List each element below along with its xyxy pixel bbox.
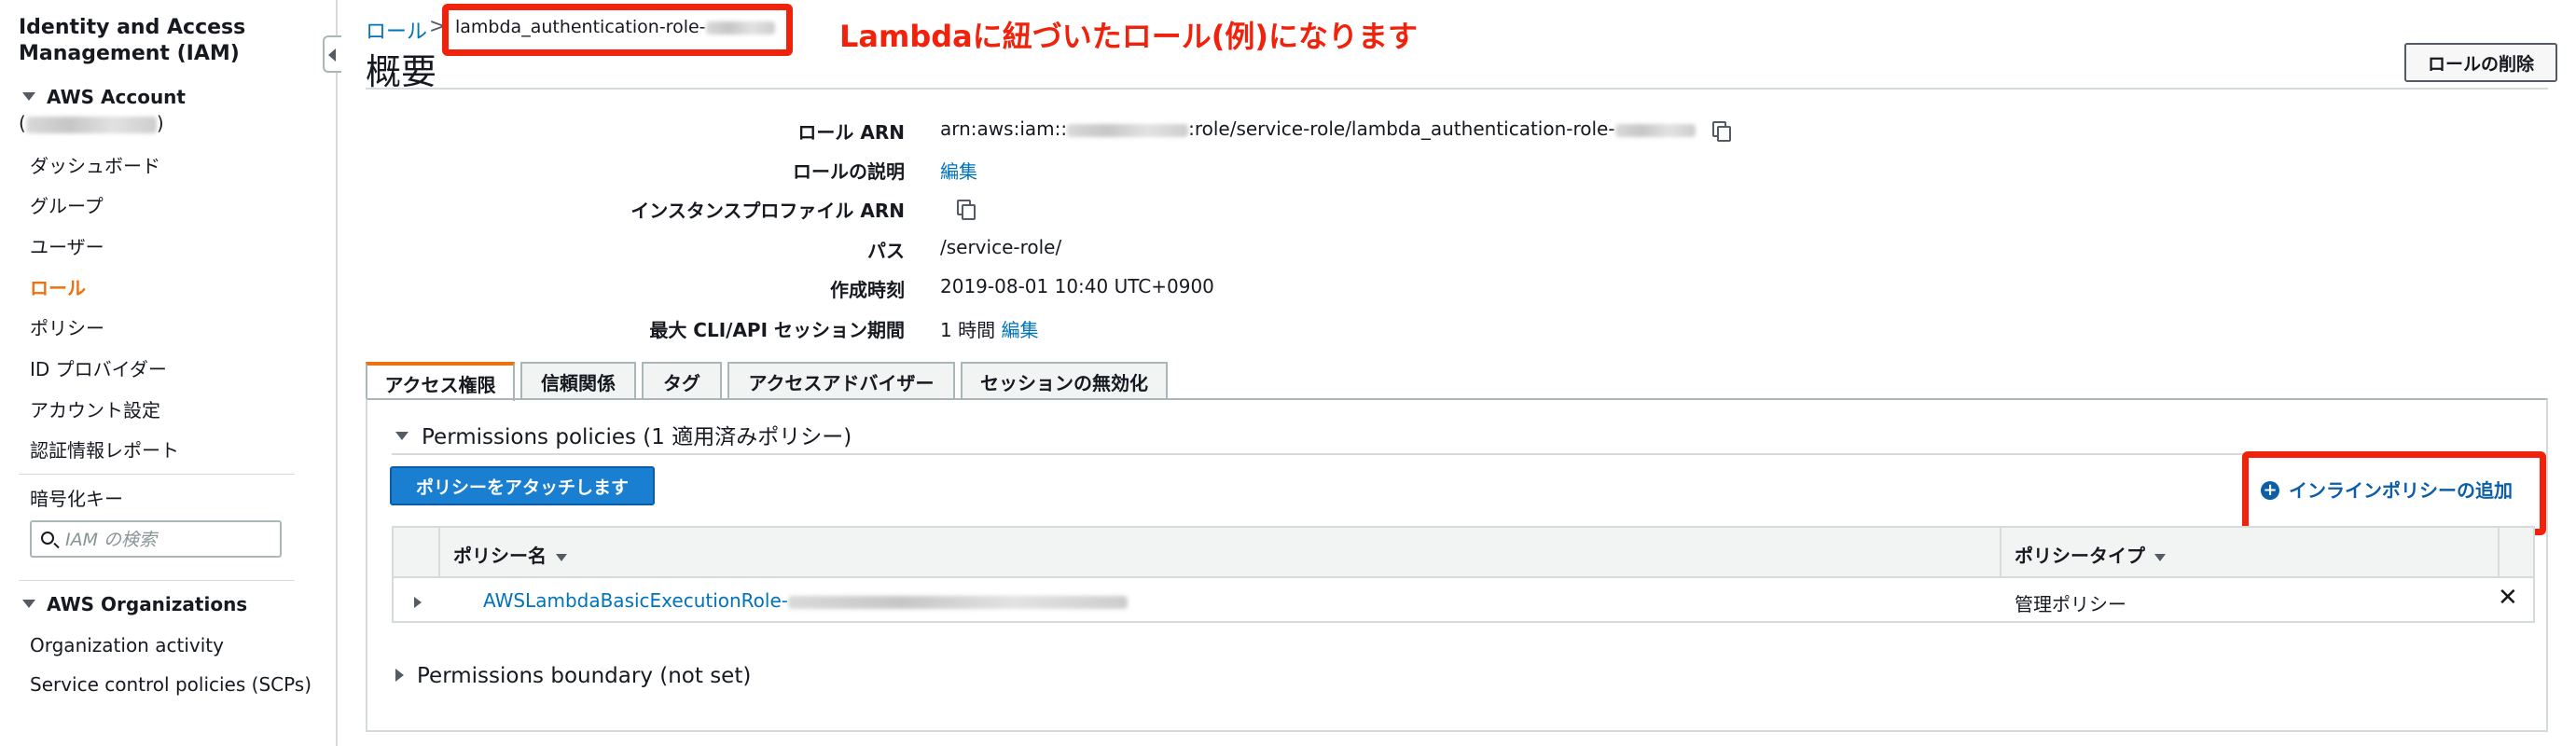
account-id-close: ) xyxy=(156,112,164,134)
sidebar-item-dashboard[interactable]: ダッシュボード xyxy=(30,151,160,178)
sidebar-item-account-settings[interactable]: アカウント設定 xyxy=(30,395,160,422)
expand-arrow-icon xyxy=(395,668,404,682)
sidebar-item-roles[interactable]: ロール xyxy=(30,273,86,300)
iam-search-input[interactable] xyxy=(65,528,275,552)
column-divider xyxy=(438,528,440,578)
column-divider xyxy=(2498,528,2500,578)
add-inline-policy-link[interactable]: + インラインポリシーの追加 xyxy=(2261,476,2513,503)
permissions-policies-header[interactable]: Permissions policies (1 適用済みポリシー) xyxy=(395,419,852,450)
aws-account-section[interactable]: AWS Account xyxy=(22,86,186,108)
copy-icon[interactable] xyxy=(1711,120,1731,142)
role-arn-suffix: :role/service-role/lambda_authentication… xyxy=(1188,117,1615,140)
delete-role-button[interactable]: ロールの削除 xyxy=(2404,43,2557,82)
column-header-policy-type[interactable]: ポリシータイプ xyxy=(2015,541,2166,568)
path-value: /service-role/ xyxy=(940,236,1062,258)
aws-account-label: AWS Account xyxy=(47,86,186,108)
sort-caret-icon xyxy=(556,553,567,561)
iam-search-box[interactable] xyxy=(30,520,282,558)
attach-policies-button[interactable]: ポリシーをアタッチします xyxy=(390,466,655,505)
page-title: 概要 xyxy=(366,51,437,92)
sidebar-item-organization-activity[interactable]: Organization activity xyxy=(30,634,224,656)
role-arn-value: arn:aws:iam:::role/service-role/lambda_a… xyxy=(940,117,1731,142)
service-title[interactable]: Identity and Access Management (IAM) xyxy=(19,15,298,67)
redacted-role-id xyxy=(1614,123,1696,137)
collapse-arrow-icon[interactable] xyxy=(323,35,341,73)
sort-caret-icon xyxy=(2154,553,2166,561)
permissions-boundary-title: Permissions boundary (not set) xyxy=(417,664,752,688)
policy-type-header-label: ポリシータイプ xyxy=(2015,545,2145,567)
redacted-account-number xyxy=(1067,123,1189,137)
instance-profile-arn-label: インスタンスプロファイル ARN xyxy=(630,200,905,222)
sidebar-item-encryption-keys[interactable]: 暗号化キー xyxy=(30,484,123,511)
edit-description-link[interactable]: 編集 xyxy=(940,157,977,184)
policies-table: ポリシー名 ポリシータイプ AWSLambdaBasicExecutionRol… xyxy=(392,526,2535,623)
creation-time-label: 作成時刻 xyxy=(830,279,905,301)
aws-organizations-section[interactable]: AWS Organizations xyxy=(22,593,247,615)
caret-down-icon xyxy=(22,600,35,608)
policy-name-cell: AWSLambdaBasicExecutionRole- xyxy=(483,589,1128,612)
breadcrumb-roles-link[interactable]: ロール xyxy=(366,15,427,45)
sidebar-item-credential-report[interactable]: 認証情報レポート xyxy=(30,435,179,463)
path-label: パス xyxy=(867,240,905,262)
sidebar-item-scps[interactable]: Service control policies (SCPs) xyxy=(30,673,312,696)
role-description-label: ロールの説明 xyxy=(793,160,905,183)
tab-revoke-sessions[interactable]: セッションの無効化 xyxy=(961,362,1168,399)
sidebar-item-groups[interactable]: グループ xyxy=(30,191,104,218)
copy-icon[interactable] xyxy=(957,199,976,220)
table-header xyxy=(394,528,2533,578)
tab-tags[interactable]: タグ xyxy=(642,362,722,399)
sidebar-item-users[interactable]: ユーザー xyxy=(30,232,104,259)
search-icon xyxy=(41,532,54,545)
caret-down-icon xyxy=(22,92,35,101)
sidebar-divider xyxy=(19,474,295,475)
sidebar-divider xyxy=(19,580,295,581)
remove-icon[interactable]: ✕ xyxy=(2498,584,2518,612)
tab-access-advisor[interactable]: アクセスアドバイザー xyxy=(727,362,955,399)
expand-arrow-icon[interactable] xyxy=(414,597,422,608)
caret-down-icon xyxy=(395,432,409,440)
column-divider xyxy=(2000,528,2001,578)
redacted-account-id xyxy=(25,116,157,133)
annotation-text: Lambdaに紐づいたロール(例)になります xyxy=(839,19,1418,54)
instance-profile-arn-value xyxy=(940,196,976,220)
redacted-policy-suffix xyxy=(788,595,1128,609)
policy-name-header-label: ポリシー名 xyxy=(453,545,547,567)
policy-name-link[interactable]: AWSLambdaBasicExecutionRole- xyxy=(483,589,788,612)
permissions-boundary-header[interactable]: Permissions boundary (not set) xyxy=(395,664,751,688)
account-id: () xyxy=(19,112,164,134)
sidebar: Identity and Access Management (IAM) AWS… xyxy=(0,0,341,746)
permissions-policies-title: Permissions policies (1 適用済みポリシー) xyxy=(422,425,852,449)
add-inline-policy-label: インラインポリシーの追加 xyxy=(2289,479,2513,502)
sidebar-item-id-providers[interactable]: ID プロバイダー xyxy=(30,354,167,381)
edit-session-link[interactable]: 編集 xyxy=(1001,319,1038,341)
tab-permissions[interactable]: アクセス権限 xyxy=(366,362,515,401)
policy-type-cell: 管理ポリシー xyxy=(2015,593,2126,615)
header-divider xyxy=(366,88,2548,90)
section-divider xyxy=(392,453,2535,455)
account-id-open: ( xyxy=(19,112,26,134)
plus-circle-icon: + xyxy=(2261,480,2279,500)
column-header-policy-name[interactable]: ポリシー名 xyxy=(453,541,567,568)
creation-time-value: 2019-08-01 10:40 UTC+0900 xyxy=(940,275,1214,297)
max-session-duration: 1 時間 xyxy=(940,319,996,341)
annotation-highlight-box xyxy=(442,4,793,56)
max-session-label: 最大 CLI/API セッション期間 xyxy=(649,319,905,341)
sidebar-item-policies[interactable]: ポリシー xyxy=(30,313,104,340)
tab-trust-relationships[interactable]: 信頼関係 xyxy=(520,362,636,399)
max-session-value: 1 時間 編集 xyxy=(940,315,1038,342)
role-arn-label: ロール ARN xyxy=(797,121,905,144)
aws-organizations-label: AWS Organizations xyxy=(47,593,248,615)
role-arn-prefix: arn:aws:iam:: xyxy=(940,117,1068,140)
